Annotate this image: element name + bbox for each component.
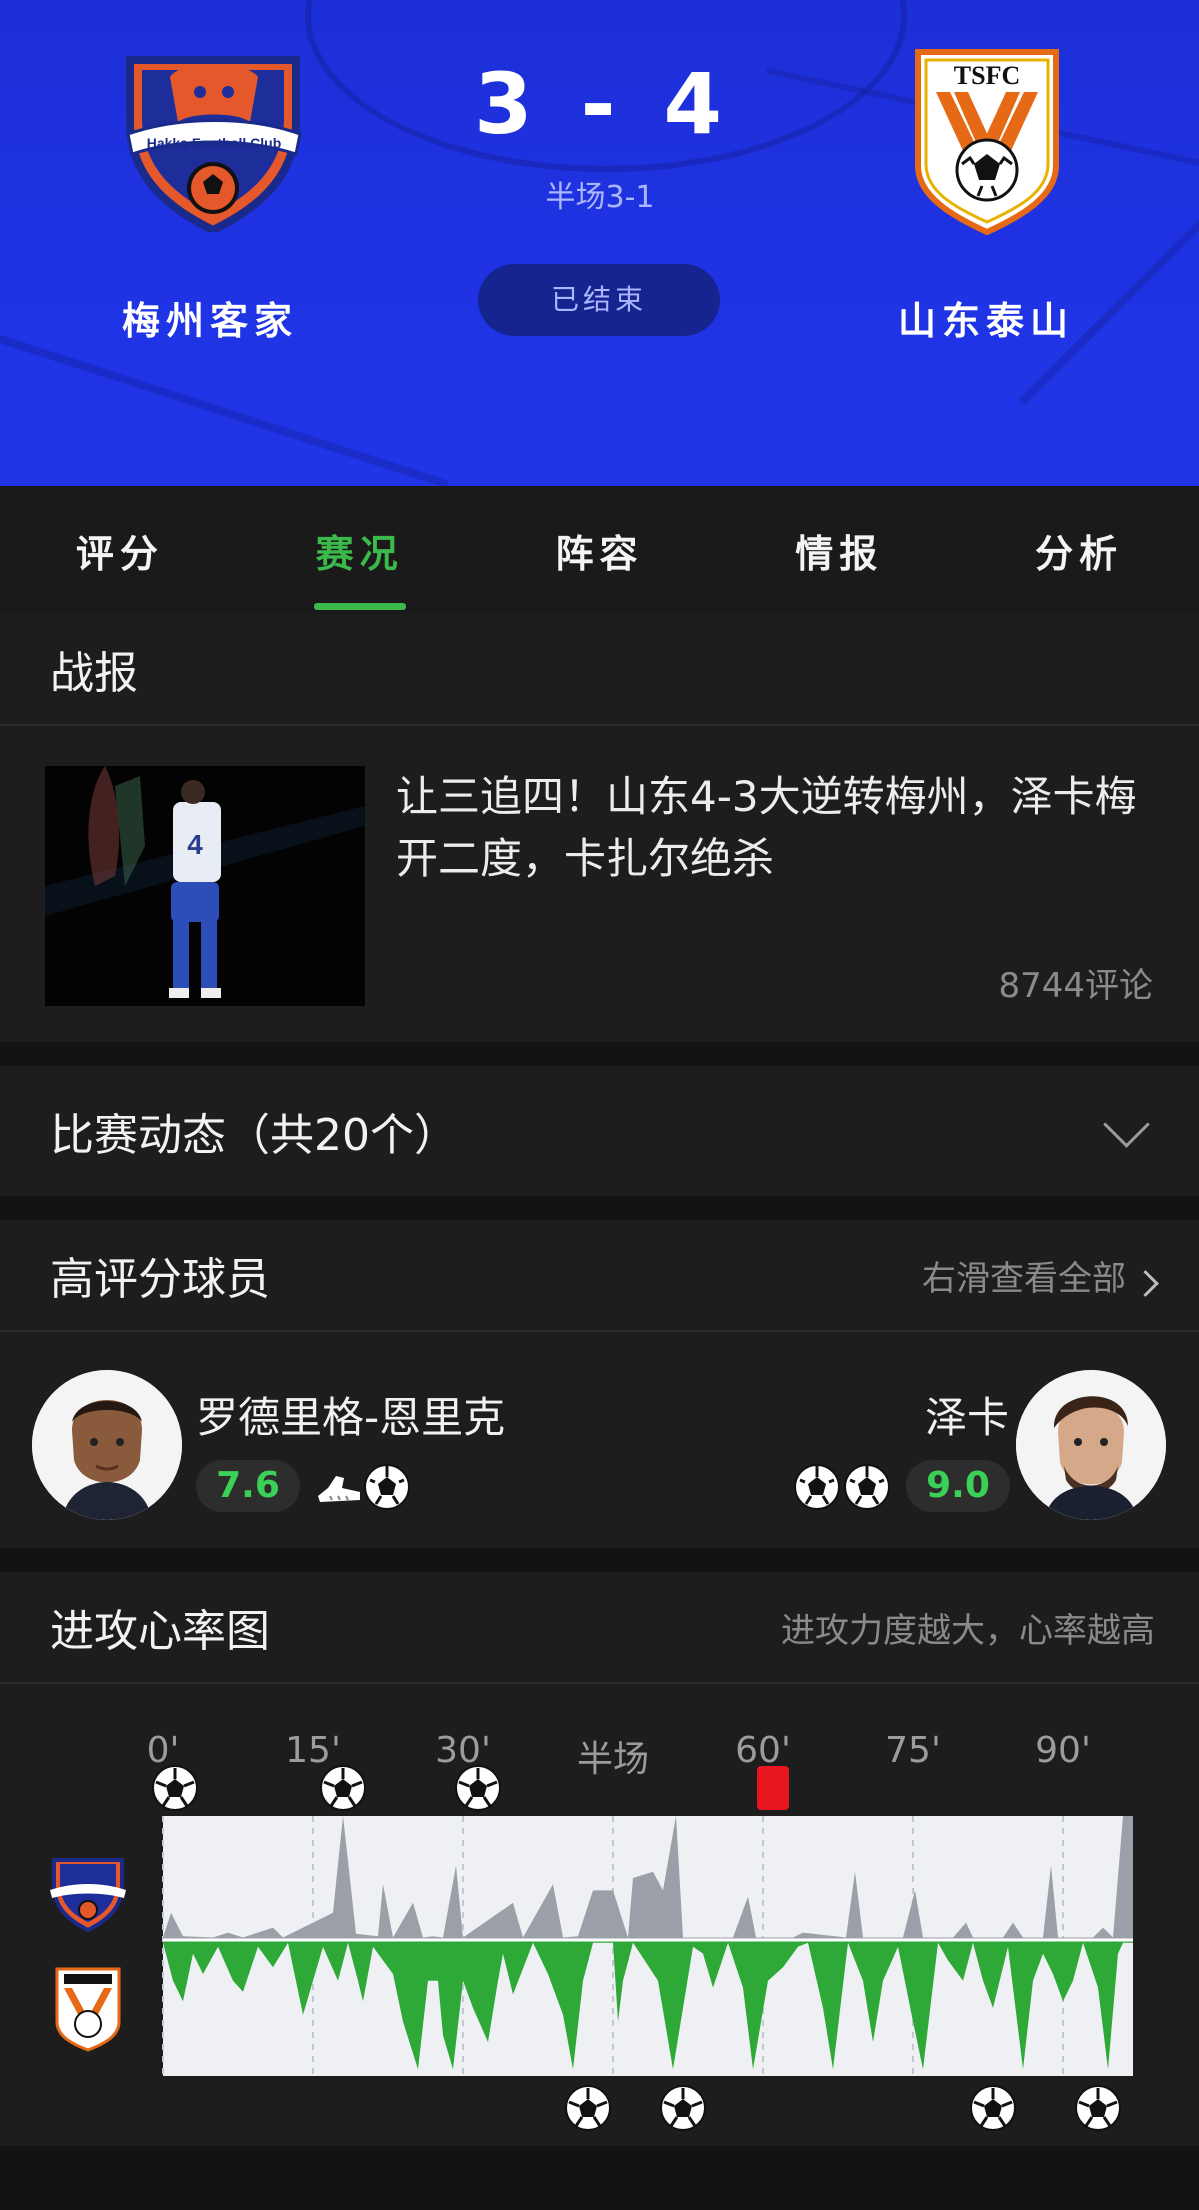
tab-live[interactable]: 赛况 [260, 523, 460, 610]
away-team-name[interactable]: 山东泰山 [836, 290, 1136, 345]
player-name-right[interactable]: 泽卡 [925, 1384, 1009, 1445]
goal-marker-icon[interactable] [320, 1765, 366, 1811]
top-players-card: 高评分球员 右滑查看全部 罗德里格-恩里克 7.6 9.0 泽卡 [0, 1220, 1199, 1548]
match-tabs: 评分 赛况 阵容 情报 分析 [0, 486, 1199, 614]
goal-marker-icon[interactable] [970, 2085, 1016, 2131]
home-score: 3 [474, 55, 537, 153]
report-item[interactable]: 4 让三追四！山东4-3大逆转梅州，泽卡梅开二度，卡扎尔绝杀 8744评论 [0, 726, 1199, 1042]
goal-marker-icon[interactable] [1075, 2085, 1121, 2131]
goal-marker-icon[interactable] [565, 2085, 611, 2131]
report-headline[interactable]: 让三追四！山东4-3大逆转梅州，泽卡梅开二度，卡扎尔绝杀 [396, 766, 1156, 890]
top-players-row: 罗德里格-恩里克 7.6 9.0 泽卡 [0, 1332, 1199, 1548]
red-card-icon [757, 1766, 789, 1810]
tab-intel[interactable]: 情报 [739, 523, 939, 578]
match-header: Hakka Football Club 梅州客家 3-4 半场3-1 已结束 T… [0, 0, 1199, 486]
boot-icon [318, 1476, 360, 1502]
attack-heart-hint: 进攻力度越大，心率越高 [781, 1610, 1155, 1651]
home-logo-text: Hakka Football Club [147, 135, 282, 151]
football-icon [364, 1464, 410, 1510]
match-events-toggle[interactable]: 比赛动态（共20个） [0, 1066, 1199, 1196]
match-status-badge: 已结束 [478, 264, 720, 336]
report-card: 战报 4 让三追四！山东4-3大逆转梅州，泽卡梅开二度，卡扎尔绝杀 8744评论 [0, 614, 1199, 1042]
player-avatar-left[interactable] [32, 1370, 182, 1520]
goal-marker-icon[interactable] [455, 1765, 501, 1811]
section-gap [0, 1042, 1199, 1066]
section-gap [0, 1196, 1199, 1220]
chevron-right-icon[interactable] [1132, 1269, 1159, 1297]
goal-marker-icon[interactable] [152, 1765, 198, 1811]
attack-heart-title: 进攻心率图 [50, 1606, 270, 1657]
home-team-logo[interactable]: Hakka Football Club [120, 52, 306, 232]
football-icon [844, 1464, 890, 1510]
home-team-name[interactable]: 梅州客家 [60, 290, 360, 345]
attack-heart-header: 进攻心率图 进攻力度越大，心率越高 [0, 1572, 1199, 1684]
chevron-down-icon[interactable] [1103, 1100, 1150, 1148]
report-comment-count[interactable]: 8744评论 [998, 958, 1153, 1007]
goal-marker-icon[interactable] [660, 2085, 706, 2131]
football-icon [794, 1464, 840, 1510]
player-rating-left: 7.6 [196, 1460, 300, 1512]
view-all-link[interactable]: 右滑查看全部 [922, 1251, 1159, 1300]
report-header: 战报 [0, 614, 1199, 726]
tab-analysis[interactable]: 分析 [979, 523, 1179, 578]
halftime-score: 半场3-1 [545, 180, 655, 215]
heart-rate-plot [152, 1765, 1133, 2131]
attack-heart-card: 进攻心率图 进攻力度越大，心率越高 0' 15' 30' 半场 60' 75' 90' [0, 1572, 1199, 2146]
svg-text:4: 4 [187, 829, 203, 860]
away-logo-text: TSFC [954, 61, 1020, 90]
match-events-label: 比赛动态（共20个） [50, 1110, 458, 1161]
report-section-title: 战报 [50, 648, 138, 699]
player-avatar-right[interactable] [1016, 1370, 1166, 1520]
player-name-left[interactable]: 罗德里格-恩里克 [196, 1384, 505, 1445]
tab-lineup[interactable]: 阵容 [499, 523, 699, 578]
top-players-header: 高评分球员 右滑查看全部 [0, 1220, 1199, 1332]
away-team-logo[interactable]: TSFC [912, 46, 1062, 236]
top-players-title: 高评分球员 [50, 1254, 270, 1305]
tab-rating[interactable]: 评分 [20, 523, 220, 578]
attack-heart-chart: 0' 15' 30' 半场 60' 75' 90' [0, 1684, 1199, 2146]
scoreboard: 3-4 [440, 55, 760, 153]
away-score: 4 [663, 55, 726, 153]
view-all-hint[interactable]: 右滑查看全部 [922, 1259, 1126, 1299]
section-gap [0, 1548, 1199, 1572]
score-separator: - [580, 55, 620, 153]
player-rating-right: 9.0 [906, 1460, 1010, 1512]
report-thumbnail[interactable]: 4 [45, 766, 365, 1006]
